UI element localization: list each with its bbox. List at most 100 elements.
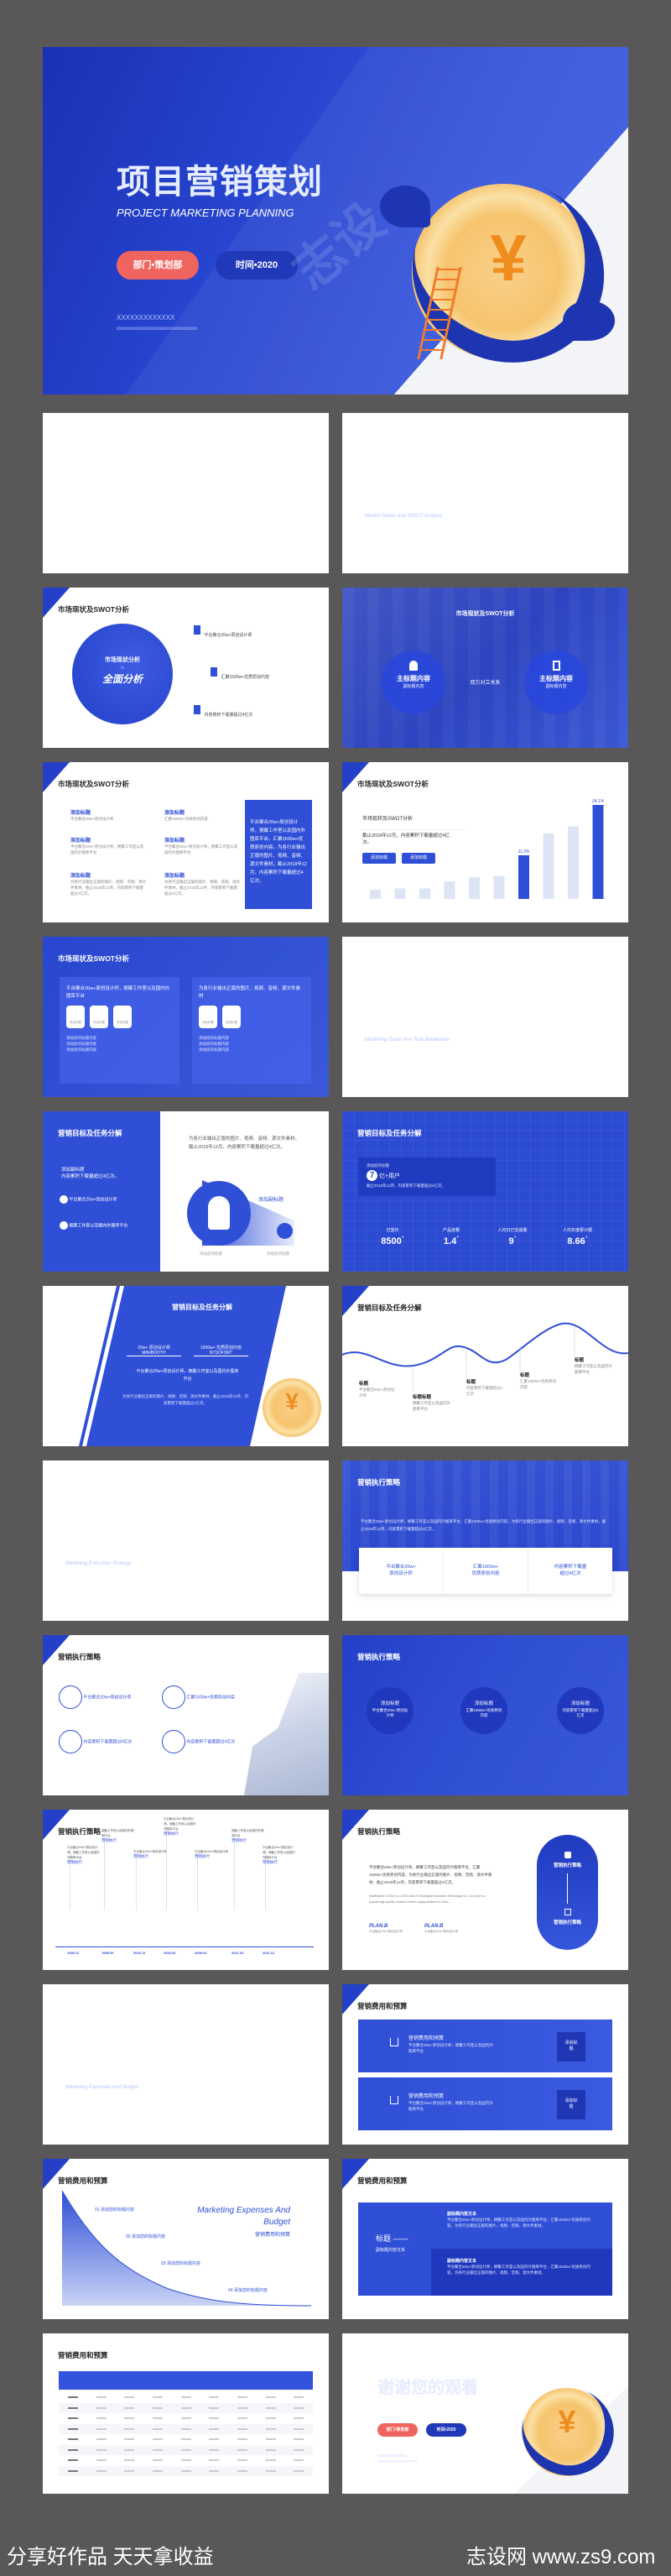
contents-item-2[interactable]: 营销目标及任务分解 [134,489,185,520]
table-cell [228,2434,257,2444]
english-title: Marketing Expenses And Budget [197,2206,290,2227]
icon-item: 内容累积下载量超过4亿次 [59,1730,132,1753]
table-cell [59,2392,87,2402]
table-cell [172,2445,200,2455]
table-cell [87,2424,116,2434]
slide-title: 营销费用和预算 [58,2351,108,2359]
curve-item: 02 添加您的标题内容 [126,2234,165,2239]
table-cell [115,2445,143,2455]
time-button[interactable]: 时间•2020 [426,2423,466,2437]
contents-item-4[interactable]: 营销费用和预算 [268,489,327,511]
thanks-placeholder-2: xxxxxxxxxxxxxxxxxxxxxxxxxxxxxxxx [377,2459,418,2463]
slide-exec-circles: 营销执行策略 添加标题 平台聚合20w+原创设计师 添加标题 汇聚1500w+优质原… [342,1635,628,1795]
table-cell [87,2445,116,2455]
slide-title: 营销执行策略 [357,1653,401,1661]
box-title: 标题 —— [376,2234,408,2243]
table-cell [257,2455,285,2465]
bar-data-label: 24.1% [591,799,605,804]
part-subtitle: Marketing Goals And Task Breakdown [365,1037,450,1042]
slide-swot-cards: 市场现状及SWOT分析 添加标题 平台聚合20w+原创设计师 添加标题 汇聚1500… [43,762,329,922]
thanks-placeholder-1: XXXXXXXXXXXXX [377,2453,407,2458]
slide-budget-banners: 营销费用和预算 营销费用和预算 平台聚合20w+原创设计师，拥聚工作室以及国内外… [342,1984,628,2145]
table-cell [87,2466,116,2476]
left-subtitle: 添加副标题 [61,1168,85,1173]
part-title: 营销目标及任务分解 [365,1024,486,1038]
slide-title: 营销目标及任务分解 [357,1129,422,1137]
slide-part-02: PART 02 营销目标及任务分解 Marketing Goals And Tas… [342,937,628,1097]
table-cell [115,2403,143,2413]
table-cell [284,2424,313,2434]
bar [370,889,381,899]
diagonal-decor [386,413,628,573]
card-item: 添加标题 为各行业输出正版的图片、视频、音频、源文件素材，截止2018年12月，内… [70,874,146,896]
timeline-stem [234,1832,235,1910]
bar [419,888,430,899]
table-row [59,2423,313,2434]
card-column: 平台聚合20w+ 原创设计师 [359,1548,444,1594]
slide-thanks: 谢谢您的观看 PROJECT MARKETING PLANNING 部门•策划部… [342,2333,628,2494]
wave-item: 标题 内容累积下载量超过4亿次 [466,1380,503,1396]
highlight-box: 平台聚合20w+原创设计师，拥聚工作室以及国内外图库平台，汇聚1500w+优质原… [245,800,312,909]
dept-button[interactable]: 部门•策划部 [117,251,199,280]
list-icon [134,489,140,494]
table-cell [228,2445,257,2455]
contents-item-3[interactable]: 营销执行策略 [201,489,260,511]
hero-placeholder-2: xxxxxxxxxxxxxxxxxxxxxxxxxxxxxxxx [117,327,197,332]
table-cell [200,2434,228,2444]
bar-chart: 11.2% 24.1% [370,799,605,899]
timeline-event: 拥聚工作室以及国内外图库平台 营销执行 [231,1829,264,1842]
timeline-date: 2003.12 [133,1951,146,1955]
plan-english: Established in 2016, is a UED Lead To Sh… [369,1894,486,1904]
stat-1: 已签约 8500+ [381,1228,404,1246]
intro-text: 平台聚合20w+原创设计师，拥聚工作室以及国内外图库平台，汇聚1500w+优质原… [361,1519,606,1531]
part-label: PART 03 [65,1492,104,1530]
card-item: 添加标题 为各行业输出正版的图片、视频、音频、源文件素材，截止2018年12月，内… [164,874,240,896]
slide-goals-wave: 营销目标及任务分解 标题 平台聚合20w+原创设计师 标题标题 拥聚工作室以及国内外… [342,1286,628,1446]
table-cell [284,2392,313,2402]
table-cell [87,2403,116,2413]
bar [394,888,406,899]
bullet-item: 添加您的标题内容 [66,1048,96,1052]
icon-item: 汇聚1500w+优质原创内容 [162,1685,235,1709]
bullet-item: 添加您的标题内容 [199,1048,229,1052]
caption-1: 添加您的标题 [200,1251,222,1256]
pin-icon [60,1221,68,1230]
budget-banner: 营销费用和预算 平台聚合20w+原创设计师，拥聚工作室以及国内外图库平台 添加标… [358,2077,612,2130]
table-row [59,2434,313,2444]
footer-slogan: 分享好作品 天天拿收益 [7,2546,214,2568]
contents-item-1[interactable]: 市场现状及SWOT分析 [65,489,123,511]
part-title: 营销费用和预算 [65,2072,160,2086]
table-cell [228,2424,257,2434]
table-cell [284,2455,313,2465]
table-row [59,2402,313,2413]
footer-site[interactable]: 志设网 www.zs9.com [466,2540,655,2569]
left-item-2: 拥聚工作室以及国内外图库平台 [60,1221,127,1230]
stats-card: 平台聚合20w+ 原创设计师 汇聚1500w+ 优质原创内容 内容累积下载量 超过4亿… [359,1548,612,1594]
timeline-event: 平台聚合20w+原创设计师 营销执行 [195,1850,228,1858]
table-row [59,2444,313,2455]
chinese-subtitle: 营销费用和预算 [254,2233,290,2238]
table-cell [172,2466,200,2476]
plan-2: PLAN.B 平台聚合20w+原创设计师 [424,1924,458,1933]
panel-right: 为各行业输出正版的图片、视频、音频、源文件素材 添加标题 添加标题 添加您的标题… [192,977,311,1084]
bullet-item: 添加您的标题内容 [199,1042,229,1046]
slide-part-03: PART 03 营销执行策略 Marketing Execution Strate… [43,1460,329,1621]
dept-button[interactable]: 部门•策划部 [377,2423,418,2437]
swot-item-2: 汇聚1500w+优质原创内容 [211,667,269,682]
table-cell [143,2445,172,2455]
timeline-stem [104,1832,105,1910]
timeline-event: 平台聚合20w+原创设计师 营销执行 [133,1850,167,1858]
slide-title: 营销目标及任务分解 [58,1129,122,1137]
slide-exec-timeline: 营销执行策略 1995.11 平台聚合20w+原创设计师，拥聚工作室以及国内外图… [43,1810,329,1970]
card-item: 添加标题 平台聚合20w+原创设计师，拥聚工作室以及国内外图库平台 [70,839,144,854]
divider [363,560,585,561]
slide-swot-photo: 市场现状及SWOT分析 主标题内容 副标题内容 双方对立关系 主标题内容 副标题… [342,588,628,748]
table-row [59,2392,313,2402]
time-button[interactable]: 时间•2020 [216,251,298,280]
hero-subtitle: PROJECT MARKETING PLANNING [117,206,294,219]
table-row [59,2465,313,2476]
table-cell [59,2424,87,2434]
table-cell [143,2455,172,2465]
subtitle-label: 添加副标题 [258,1198,284,1203]
table-cell [87,2455,116,2465]
